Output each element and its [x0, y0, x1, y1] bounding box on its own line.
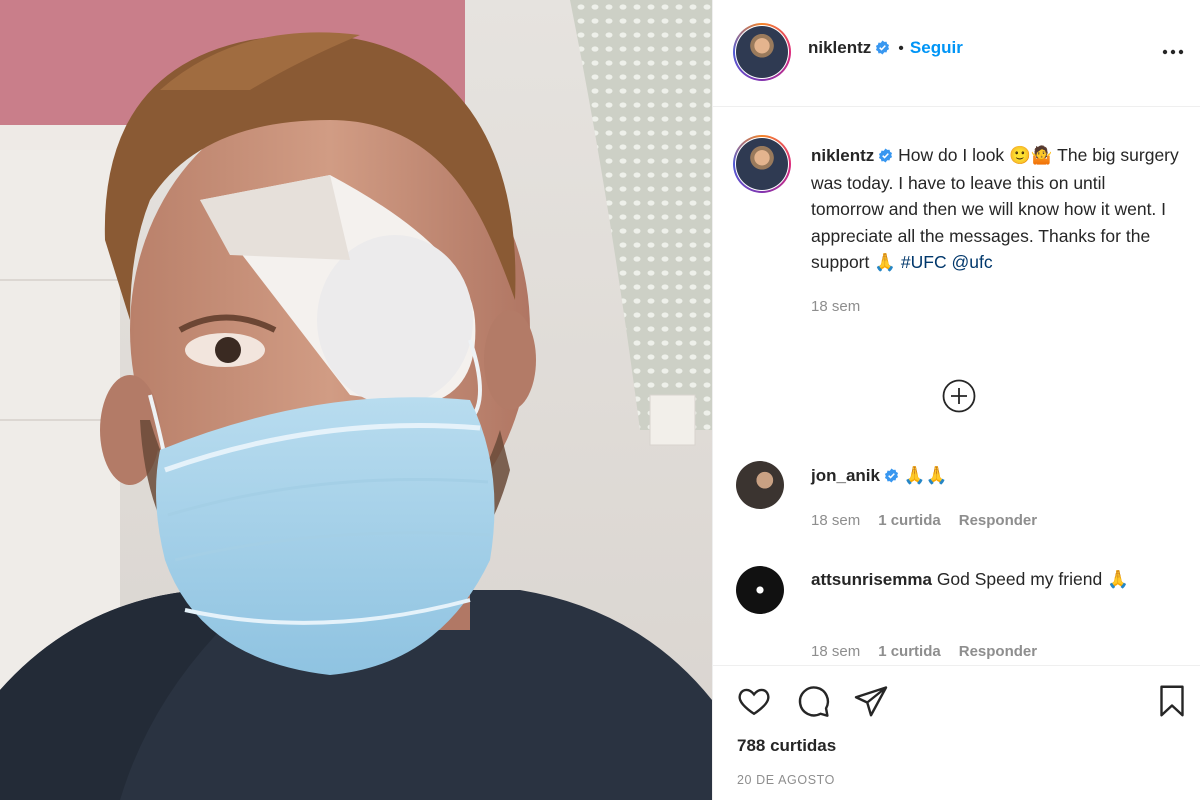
comment-item: attsunrisemma God Speed my friend 🙏	[811, 566, 1181, 593]
caption-hashtag[interactable]: #UFC	[901, 252, 947, 272]
post-side-panel: niklentz • Seguir niklentz How do I look 🙂…	[712, 0, 1200, 800]
verified-badge-icon	[879, 148, 893, 163]
caption-author[interactable]: niklentz	[811, 146, 874, 165]
header-line: niklentz • Seguir	[808, 38, 963, 58]
author-avatar[interactable]	[733, 23, 791, 81]
post-photo[interactable]	[0, 0, 712, 800]
comment-likes[interactable]: 1 curtida	[878, 643, 941, 660]
post-date: 20 DE AGOSTO	[737, 773, 835, 787]
selfie-image	[0, 0, 712, 800]
commenter-avatar[interactable]	[736, 461, 784, 509]
caption-age: 18 sem	[811, 297, 861, 315]
verified-badge-icon	[876, 40, 890, 55]
commenter-avatar[interactable]	[736, 566, 784, 614]
caption-mention[interactable]: @ufc	[951, 252, 992, 272]
instagram-post: niklentz • Seguir niklentz How do I look 🙂…	[0, 0, 1200, 800]
post-header: niklentz • Seguir	[713, 0, 1200, 107]
verified-badge-icon	[884, 468, 899, 483]
reply-button[interactable]: Responder	[959, 512, 1037, 529]
comment-meta: 18 sem 1 curtida Responder	[811, 643, 1037, 660]
post-actions: 788 curtidas 20 DE AGOSTO	[713, 665, 1200, 801]
likes-count[interactable]: 788 curtidas	[737, 736, 836, 756]
post-caption: niklentz How do I look 🙂🤷 The big surger…	[811, 142, 1181, 320]
paper-plane-icon[interactable]	[853, 683, 889, 719]
comment-likes[interactable]: 1 curtida	[878, 512, 941, 529]
separator-dot: •	[898, 40, 904, 57]
plus-circle-icon[interactable]	[942, 379, 976, 413]
comment-bubble-icon[interactable]	[795, 683, 831, 719]
comment-item: jon_anik 🙏🙏	[811, 462, 1181, 489]
comment-age: 18 sem	[811, 643, 861, 660]
author-username[interactable]: niklentz	[808, 38, 871, 57]
comment-age: 18 sem	[811, 512, 861, 529]
heart-icon[interactable]	[736, 683, 772, 719]
comment-author[interactable]: attsunrisemma	[811, 570, 932, 589]
bookmark-icon[interactable]	[1154, 683, 1190, 719]
comment-meta: 18 sem 1 curtida Responder	[811, 512, 1037, 529]
more-options-icon[interactable]	[1160, 39, 1186, 65]
caption-author-avatar[interactable]	[733, 135, 791, 193]
reply-button[interactable]: Responder	[959, 643, 1037, 660]
comment-text: God Speed my friend 🙏	[936, 569, 1129, 589]
comment-author[interactable]: jon_anik	[811, 466, 880, 485]
comment-text: 🙏🙏	[903, 465, 948, 485]
follow-button[interactable]: Seguir	[910, 38, 963, 57]
